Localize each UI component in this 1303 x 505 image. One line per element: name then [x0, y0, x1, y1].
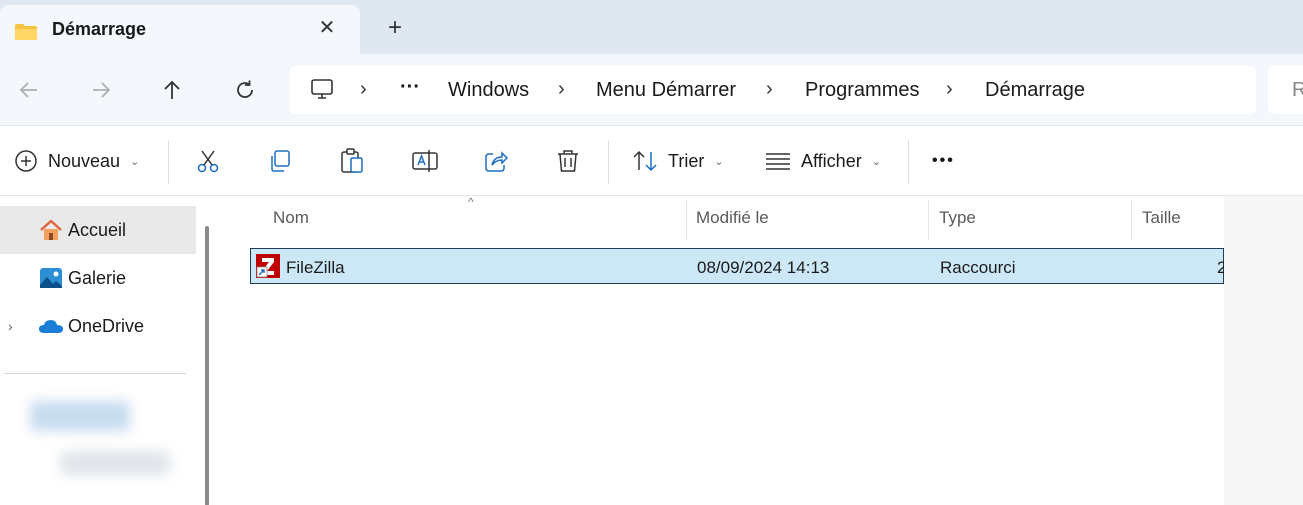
breadcrumb-ellipsis[interactable]: ··· — [400, 76, 420, 99]
column-divider[interactable] — [1131, 200, 1132, 240]
tab-title: Démarrage — [52, 19, 147, 39]
copy-button[interactable] — [267, 144, 293, 178]
column-divider[interactable] — [686, 200, 687, 240]
refresh-button[interactable] — [229, 74, 261, 106]
column-header-size[interactable]: Taille — [1142, 208, 1181, 228]
details-pane — [1224, 196, 1303, 505]
sidebar-divider — [4, 373, 186, 374]
chevron-right-icon[interactable]: › — [558, 78, 565, 101]
view-list-icon — [766, 153, 790, 170]
file-modified: 08/09/2024 14:13 — [697, 258, 830, 277]
breadcrumb-item-windows[interactable]: Windows — [448, 79, 529, 102]
back-button[interactable] — [13, 74, 45, 106]
column-header-type[interactable]: Type — [939, 208, 976, 228]
chevron-down-icon: ⌄ — [714, 155, 724, 168]
breadcrumb-item-programmes[interactable]: Programmes — [805, 79, 919, 102]
paste-icon — [341, 148, 363, 173]
toolbar-divider — [908, 140, 909, 184]
blurred-item — [30, 401, 130, 431]
monitor-icon[interactable] — [310, 78, 334, 100]
folder-icon — [15, 24, 37, 40]
close-icon[interactable]: ✕ — [316, 17, 338, 39]
chevron-right-icon[interactable]: › — [8, 318, 13, 334]
new-tab-button[interactable]: + — [382, 15, 408, 41]
new-label: Nouveau — [48, 150, 121, 171]
table-row[interactable]: FileZilla 08/09/2024 14:13 Raccourci 2 — [250, 248, 1226, 284]
home-icon — [40, 219, 62, 240]
sidebar-item-label: Accueil — [68, 219, 127, 240]
column-divider[interactable] — [928, 200, 929, 240]
share-button[interactable] — [483, 144, 509, 178]
cut-icon — [197, 150, 219, 173]
command-bar: Nouveau ⌄ Trier ⌄ Afficher ⌄ ••• — [0, 126, 1303, 196]
breadcrumb-item-menu-demarrer[interactable]: Menu Démarrer — [596, 79, 736, 102]
file-name: FileZilla — [286, 258, 345, 277]
tab-strip: Démarrage ✕ + — [0, 0, 1303, 54]
sidebar-scrollbar[interactable] — [205, 226, 209, 505]
column-header-modified[interactable]: Modifié le — [696, 208, 769, 228]
chevron-right-icon[interactable]: › — [766, 78, 773, 101]
sidebar-item-galerie[interactable]: Galerie — [0, 254, 196, 302]
sort-label: Trier — [668, 150, 705, 171]
gallery-icon — [40, 268, 62, 288]
sort-icon — [633, 150, 657, 172]
view-button[interactable]: Afficher ⌄ — [765, 144, 881, 178]
up-button[interactable] — [156, 74, 188, 106]
more-options-button[interactable]: ••• — [932, 144, 955, 178]
blurred-item — [60, 451, 170, 475]
sort-ascending-icon: ^ — [468, 195, 474, 209]
rename-button[interactable] — [411, 144, 439, 178]
file-list: ^ Nom Modifié le Type Taille FileZilla 0… — [224, 195, 1226, 505]
search-placeholder: R — [1292, 79, 1303, 101]
more-icon: ••• — [932, 152, 955, 169]
forward-button[interactable] — [85, 74, 117, 106]
share-icon — [485, 151, 509, 172]
tab-demarrage[interactable]: Démarrage ✕ — [0, 5, 360, 54]
chevron-down-icon: ⌄ — [871, 155, 881, 168]
chevron-right-icon[interactable]: › — [360, 78, 367, 101]
sidebar-item-onedrive[interactable]: › OneDrive — [0, 302, 196, 350]
cloud-icon — [39, 320, 63, 333]
refresh-icon — [237, 80, 253, 98]
navigation-bar: › ··· Windows › Menu Démarrer › Programm… — [0, 54, 1303, 126]
search-box[interactable]: R — [1268, 66, 1303, 114]
address-bar[interactable]: › ··· Windows › Menu Démarrer › Programm… — [290, 66, 1256, 114]
toolbar-divider — [168, 140, 169, 184]
arrow-right-icon — [93, 82, 111, 98]
column-header-name[interactable]: Nom — [273, 208, 309, 228]
toolbar-divider — [608, 140, 609, 184]
sidebar-item-accueil[interactable]: Accueil — [0, 206, 196, 254]
chevron-down-icon: ⌄ — [130, 155, 140, 168]
sidebar-item-label: OneDrive — [68, 315, 145, 336]
trash-icon — [558, 150, 578, 172]
delete-button[interactable] — [555, 144, 581, 178]
chevron-right-icon[interactable]: › — [946, 78, 953, 101]
sidebar-item-label: Galerie — [68, 267, 127, 288]
filezilla-icon — [256, 254, 280, 278]
cut-button[interactable] — [195, 144, 221, 178]
copy-icon — [271, 150, 290, 172]
arrow-left-icon — [19, 82, 37, 98]
view-label: Afficher — [801, 150, 862, 171]
paste-button[interactable] — [339, 144, 365, 178]
navigation-pane: Accueil Galerie › OneDrive — [0, 196, 224, 505]
sort-button[interactable]: Trier ⌄ — [632, 144, 724, 178]
plus-circle-icon — [15, 150, 37, 172]
new-button[interactable]: Nouveau ⌄ — [14, 144, 139, 178]
rename-icon — [412, 150, 438, 172]
breadcrumb-item-demarrage[interactable]: Démarrage — [985, 79, 1085, 102]
file-type: Raccourci — [940, 258, 1016, 277]
arrow-up-icon — [164, 80, 180, 99]
